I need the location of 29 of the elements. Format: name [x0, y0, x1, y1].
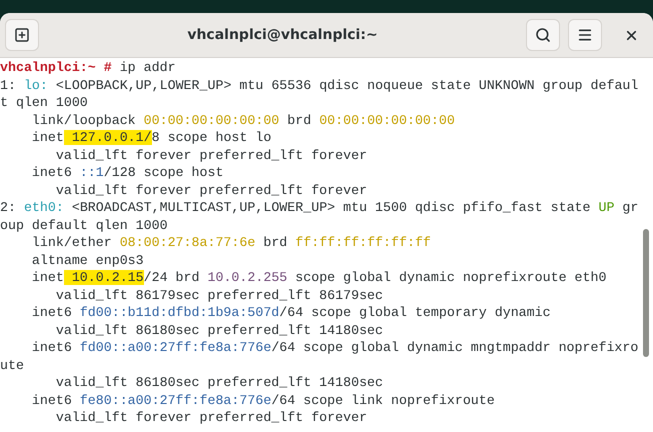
terminal-line: valid_lft forever preferred_lft forever [54, 182, 368, 199]
terminal-line: 1: lo: <LOOPBACK,UP,LOWER_UP> mtu 65536 qdisc noqueue state UNKNOWN group defaul [0, 76, 638, 94]
terminal-line: inet6 fe80::a00:27ff:fe8a:776e/64 scope link noprefixroute [30, 392, 495, 409]
terminal-line: inet6 fd00::a00:27ff:fe8a:776e/64 scope global dynamic mngtmpaddr noprefixro [30, 339, 638, 356]
terminal-line: link/loopback 00:00:00:00:00:00 brd 00:00:00:00:00:00 [30, 112, 455, 129]
terminal-line: altname enp0s3 [30, 252, 144, 269]
terminal-line: inet 10.0.2.15/24 brd 10.0.2.255 scope global dynamic noprefixroute eth0 [30, 269, 606, 286]
scrollbar-thumb[interactable] [643, 229, 649, 357]
window-title: vhcalnplci@vhcalnplci:~ [186, 26, 379, 44]
terminal-line: ute [0, 356, 24, 374]
menu-button[interactable] [568, 19, 602, 51]
terminal-line: inet6 fd00::b11d:dfbd:1b9a:507d/64 scope global temporary dynamic [30, 304, 551, 322]
terminal-line: t qlen 1000 [0, 94, 88, 112]
terminal-line: oup default qlen 1000 [0, 216, 168, 234]
menu-icon [577, 27, 593, 43]
terminal-line: inet 127.0.0.1/8 scope host lo [30, 129, 272, 146]
search-icon [535, 27, 551, 43]
terminal-line: valid_lft 86179sec preferred_lft 86179sec [54, 286, 384, 304]
search-button[interactable] [526, 19, 560, 51]
terminal-line: valid_lft 86180sec preferred_lft 14180sec [54, 374, 384, 392]
terminal-line: vhcalnplci:~ # ip addr [0, 59, 176, 76]
new-tab-icon [14, 27, 30, 43]
terminal-line: valid_lft forever preferred_lft forever [54, 409, 368, 426]
terminal-line: valid_lft 86180sec preferred_lft 14180sec [54, 322, 384, 339]
terminal-line: inet6 ::1/128 scope host [30, 164, 224, 182]
terminal-line: link/ether 08:00:27:8a:77:6e brd ff:ff:ff:ff:ff:ff [30, 234, 431, 252]
terminal-line: 2: eth0: <BROADCAST,MULTICAST,UP,LOWER_UP> mtu 1500 qdisc pfifo_fast state UP gr [0, 199, 638, 216]
terminal-line: valid_lft forever preferred_lft forever [54, 146, 368, 164]
new-tab-button[interactable] [5, 19, 39, 51]
